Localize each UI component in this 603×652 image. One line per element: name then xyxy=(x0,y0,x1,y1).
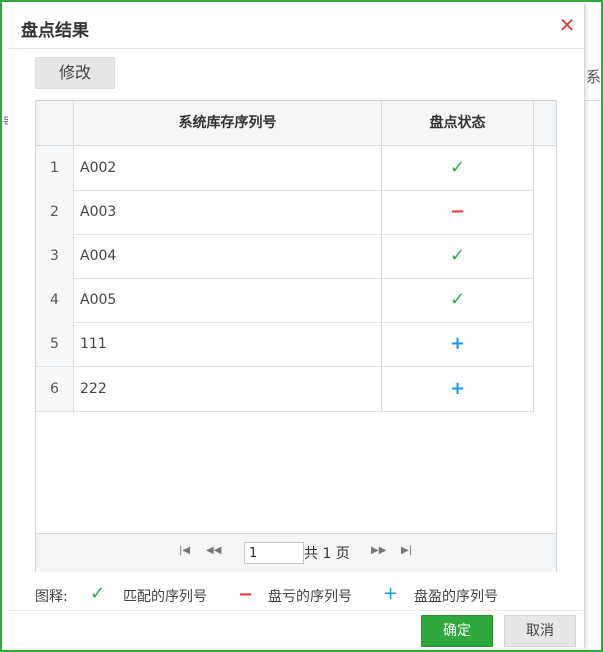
match-icon: ✓ xyxy=(449,157,466,178)
last-page-icon[interactable]: ▶| xyxy=(401,545,412,556)
row-number: 4 xyxy=(36,278,73,322)
row-number: 5 xyxy=(36,322,73,366)
close-icon[interactable]: ✕ xyxy=(556,14,578,36)
loss-icon: − xyxy=(238,584,254,605)
cancel-button[interactable]: 取消 xyxy=(504,615,576,647)
table-row[interactable]: 3 A004 ✓ xyxy=(36,234,533,279)
result-table: 系统库存序列号 盘点状态 1 A002 ✓ 2 A003 − 3 A004 ✓ xyxy=(35,100,557,572)
table-row[interactable]: 6 222 + xyxy=(36,367,533,412)
serial-cell: A002 xyxy=(80,160,117,176)
column-divider xyxy=(533,101,534,413)
row-number: 6 xyxy=(36,367,73,411)
legend-loss-text: 盘亏的序列号 xyxy=(268,589,352,605)
match-icon: ✓ xyxy=(449,289,466,310)
table-row[interactable]: 4 A005 ✓ xyxy=(36,278,533,323)
gain-icon: + xyxy=(449,378,466,399)
page-number-input[interactable] xyxy=(244,542,304,564)
match-icon: ✓ xyxy=(90,583,106,604)
dialog-title: 盘点结果 xyxy=(21,21,89,41)
legend-gain-text: 盘盈的序列号 xyxy=(414,589,498,605)
gain-icon: + xyxy=(383,583,399,604)
next-page-icon[interactable]: ▶▶ xyxy=(371,545,386,556)
gain-icon: + xyxy=(449,333,466,354)
serial-cell: A004 xyxy=(80,248,117,264)
edit-button[interactable]: 修改 xyxy=(35,57,115,89)
page-total: 共 1 页 xyxy=(304,546,350,562)
background-text-right: 系 xyxy=(585,68,601,86)
dialog-titlebar: 盘点结果 ✕ xyxy=(8,4,584,49)
serial-cell: A003 xyxy=(80,204,117,220)
app-frame: 系 号 盘点结果 ✕ 修改 系统库存序列号 盘点状态 1 A002 ✓ 2 xyxy=(0,0,603,652)
row-number: 3 xyxy=(36,234,73,278)
table-row[interactable]: 2 A003 − xyxy=(36,190,533,235)
row-number: 1 xyxy=(36,146,73,190)
first-page-icon[interactable]: |◀ xyxy=(179,545,190,556)
row-number: 2 xyxy=(36,190,73,234)
serial-cell: 222 xyxy=(80,381,107,397)
table-row[interactable]: 5 111 + xyxy=(36,322,533,367)
confirm-button[interactable]: 确定 xyxy=(421,615,493,647)
table-header: 系统库存序列号 盘点状态 xyxy=(36,101,556,146)
column-header-serial[interactable]: 系统库存序列号 xyxy=(73,101,382,145)
footer-divider xyxy=(8,610,584,611)
serial-cell: A005 xyxy=(80,292,117,308)
loss-icon: − xyxy=(449,201,466,222)
pagination-bar: |◀ ◀◀ 共 1 页 ▶▶ ▶| xyxy=(36,533,556,572)
legend-label: 图释: xyxy=(35,589,68,605)
column-header-status[interactable]: 盘点状态 xyxy=(382,101,533,145)
prev-page-icon[interactable]: ◀◀ xyxy=(206,545,221,556)
serial-cell: 111 xyxy=(80,336,107,352)
legend-match-text: 匹配的序列号 xyxy=(123,589,207,605)
match-icon: ✓ xyxy=(449,245,466,266)
background-divider xyxy=(584,100,601,101)
inventory-result-dialog: 盘点结果 ✕ 修改 系统库存序列号 盘点状态 1 A002 ✓ 2 A003 − xyxy=(8,4,585,648)
table-row[interactable]: 1 A002 ✓ xyxy=(36,146,533,191)
